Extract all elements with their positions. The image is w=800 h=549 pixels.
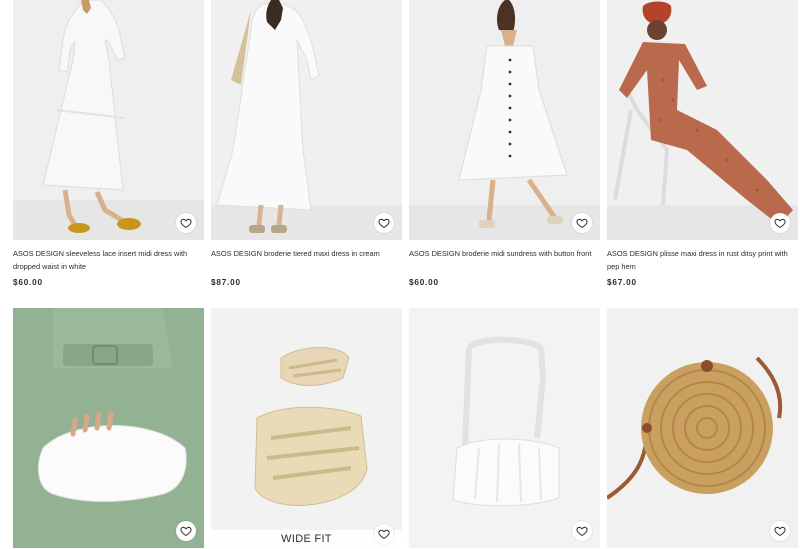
save-for-later-button[interactable] bbox=[770, 521, 790, 541]
product-card[interactable] bbox=[607, 308, 798, 548]
rust-plisse-maxi-dress-image bbox=[607, 0, 798, 240]
product-title[interactable]: ASOS DESIGN broderie tiered maxi dress i… bbox=[211, 247, 402, 273]
product-image[interactable] bbox=[13, 308, 204, 548]
save-for-later-button[interactable] bbox=[572, 521, 592, 541]
product-card[interactable]: WIDE FIT bbox=[211, 308, 402, 548]
product-card[interactable]: ASOS DESIGN plisse maxi dress in rust di… bbox=[607, 0, 798, 287]
product-card[interactable] bbox=[409, 308, 600, 548]
product-price: $60.00 bbox=[409, 278, 439, 287]
product-image[interactable]: WIDE FIT bbox=[211, 308, 402, 548]
heart-icon bbox=[576, 218, 588, 229]
product-card[interactable]: ASOS DESIGN broderie midi sundress with … bbox=[409, 0, 600, 287]
heart-icon bbox=[180, 218, 192, 229]
product-price: $87.00 bbox=[211, 278, 241, 287]
product-image[interactable] bbox=[211, 0, 402, 240]
straw-strappy-flat-sandals-image bbox=[211, 308, 402, 548]
product-image[interactable] bbox=[409, 308, 600, 548]
white-button-sundress-image bbox=[409, 0, 600, 240]
product-card[interactable]: ASOS DESIGN broderie tiered maxi dress i… bbox=[211, 0, 402, 287]
product-image[interactable] bbox=[13, 0, 204, 240]
heart-icon bbox=[774, 526, 786, 537]
product-image[interactable] bbox=[607, 308, 798, 548]
heart-icon bbox=[774, 218, 786, 229]
save-for-later-button[interactable] bbox=[770, 213, 790, 233]
product-price: $67.00 bbox=[607, 278, 637, 287]
product-image[interactable] bbox=[607, 0, 798, 240]
product-image[interactable] bbox=[409, 0, 600, 240]
product-title[interactable]: ASOS DESIGN plisse maxi dress in rust di… bbox=[607, 247, 798, 273]
white-ruched-shoulder-bag-image bbox=[409, 308, 600, 548]
product-title[interactable]: ASOS DESIGN broderie midi sundress with … bbox=[409, 247, 600, 273]
save-for-later-button[interactable] bbox=[176, 521, 196, 541]
product-title[interactable]: ASOS DESIGN sleeveless lace insert midi … bbox=[13, 247, 204, 273]
product-price: $60.00 bbox=[13, 278, 43, 287]
save-for-later-button[interactable] bbox=[374, 213, 394, 233]
cream-broderie-maxi-dress-image bbox=[211, 0, 402, 240]
product-card[interactable]: ASOS DESIGN sleeveless lace insert midi … bbox=[13, 0, 204, 287]
heart-icon bbox=[378, 529, 390, 540]
save-for-later-button[interactable] bbox=[374, 524, 394, 544]
heart-icon bbox=[576, 526, 588, 537]
white-lace-midi-dress-image bbox=[13, 0, 204, 240]
round-rattan-crossbody-bag-image bbox=[607, 308, 798, 548]
product-card[interactable] bbox=[13, 308, 204, 548]
white-pouch-clutch-bag-image bbox=[13, 308, 204, 548]
heart-icon bbox=[378, 218, 390, 229]
heart-icon bbox=[180, 526, 192, 537]
save-for-later-button[interactable] bbox=[176, 213, 196, 233]
save-for-later-button[interactable] bbox=[572, 213, 592, 233]
